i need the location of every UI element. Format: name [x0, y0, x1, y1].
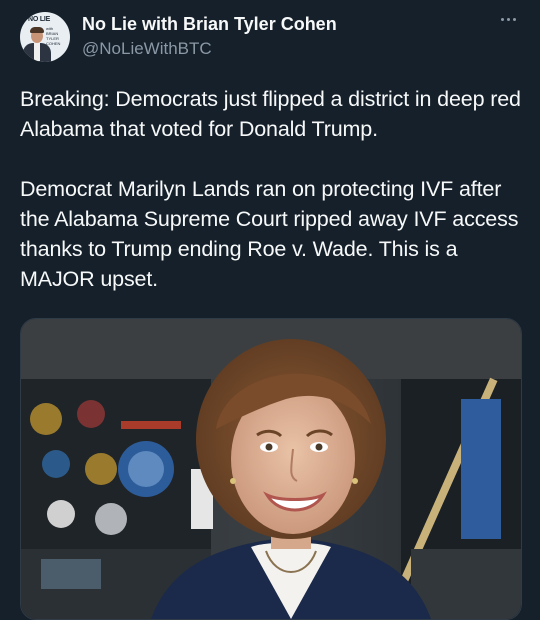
avatar-person-hair: [30, 27, 44, 33]
photo-illustration: [21, 319, 521, 619]
tweet-text: Breaking: Democrats just flipped a distr…: [20, 84, 525, 294]
avatar-person-shirt: [34, 43, 40, 61]
tweet-media-photo[interactable]: [20, 318, 522, 620]
more-options-button[interactable]: [494, 8, 522, 30]
avatar-logo-subtext: with BRIAN TYLER COHEN: [46, 26, 61, 46]
author-avatar[interactable]: NO LIE with BRIAN TYLER COHEN: [20, 12, 70, 62]
avatar-logo-text: NO LIE: [28, 16, 51, 23]
tweet-paragraph: Breaking: Democrats just flipped a distr…: [20, 87, 521, 141]
more-horizontal-icon: [499, 17, 517, 21]
tweet-paragraph: Democrat Marilyn Lands ran on protecting…: [20, 177, 519, 291]
author-display-name[interactable]: No Lie with Brian Tyler Cohen: [82, 14, 337, 35]
author-handle[interactable]: @NoLieWithBTC: [82, 39, 212, 59]
tweet: NO LIE with BRIAN TYLER COHEN No Lie wit…: [0, 0, 540, 620]
